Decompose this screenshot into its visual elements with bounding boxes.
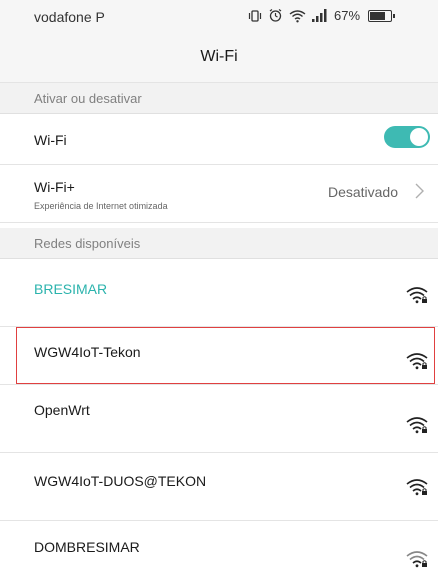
wifi-status-icon	[289, 9, 306, 22]
wifi-secured-icon	[406, 551, 428, 568]
alarm-icon	[269, 9, 282, 22]
wifi-plus-row[interactable]: Wi-Fi+ Experiência de Internet otimizada…	[0, 165, 438, 223]
status-icons: 67%	[248, 8, 396, 23]
network-name: BRESIMAR	[34, 281, 108, 297]
wifi-toggle-row[interactable]: Wi-Fi	[0, 114, 438, 165]
signal-icon	[312, 9, 327, 22]
network-item[interactable]: WGW4IoT-DUOS@TEKON	[0, 453, 438, 521]
vibrate-icon	[248, 9, 262, 22]
wifi-plus-label: Wi-Fi+	[34, 179, 75, 195]
section-header-networks: Redes disponíveis	[0, 228, 438, 259]
wifi-plus-value: Desativado	[327, 184, 398, 200]
network-name: DOMBRESIMAR	[34, 539, 140, 555]
wifi-toggle-label: Wi-Fi	[34, 132, 67, 148]
section-header-label: Redes disponíveis	[34, 235, 141, 251]
network-name: OpenWrt	[34, 402, 90, 418]
section-header-toggle: Ativar ou desativar	[0, 83, 438, 114]
network-item[interactable]: BRESIMAR	[0, 259, 438, 327]
network-item[interactable]: DOMBRESIMAR	[0, 521, 438, 584]
wifi-toggle-switch[interactable]	[384, 126, 430, 148]
section-header-label: Ativar ou desativar	[34, 90, 142, 106]
wifi-secured-icon	[406, 479, 428, 496]
wifi-secured-icon	[406, 287, 428, 304]
chevron-right-icon	[415, 183, 424, 199]
toggle-knob	[410, 128, 428, 146]
status-bar: vodafone P 67%	[0, 0, 438, 32]
wifi-secured-icon	[406, 353, 428, 370]
network-item[interactable]: WGW4IoT-Tekon	[0, 327, 438, 385]
wifi-secured-icon	[406, 417, 428, 434]
battery-icon	[368, 9, 396, 22]
battery-percent: 67%	[334, 8, 361, 23]
wifi-plus-subtitle: Experiência de Internet otimizada	[34, 201, 168, 211]
page-title-bar: Wi-Fi	[0, 32, 438, 83]
network-name: WGW4IoT-Tekon	[34, 344, 141, 360]
carrier-name: vodafone P	[34, 9, 105, 25]
page-title: Wi-Fi	[200, 48, 238, 65]
network-item[interactable]: OpenWrt	[0, 385, 438, 453]
network-name: WGW4IoT-DUOS@TEKON	[34, 473, 207, 489]
